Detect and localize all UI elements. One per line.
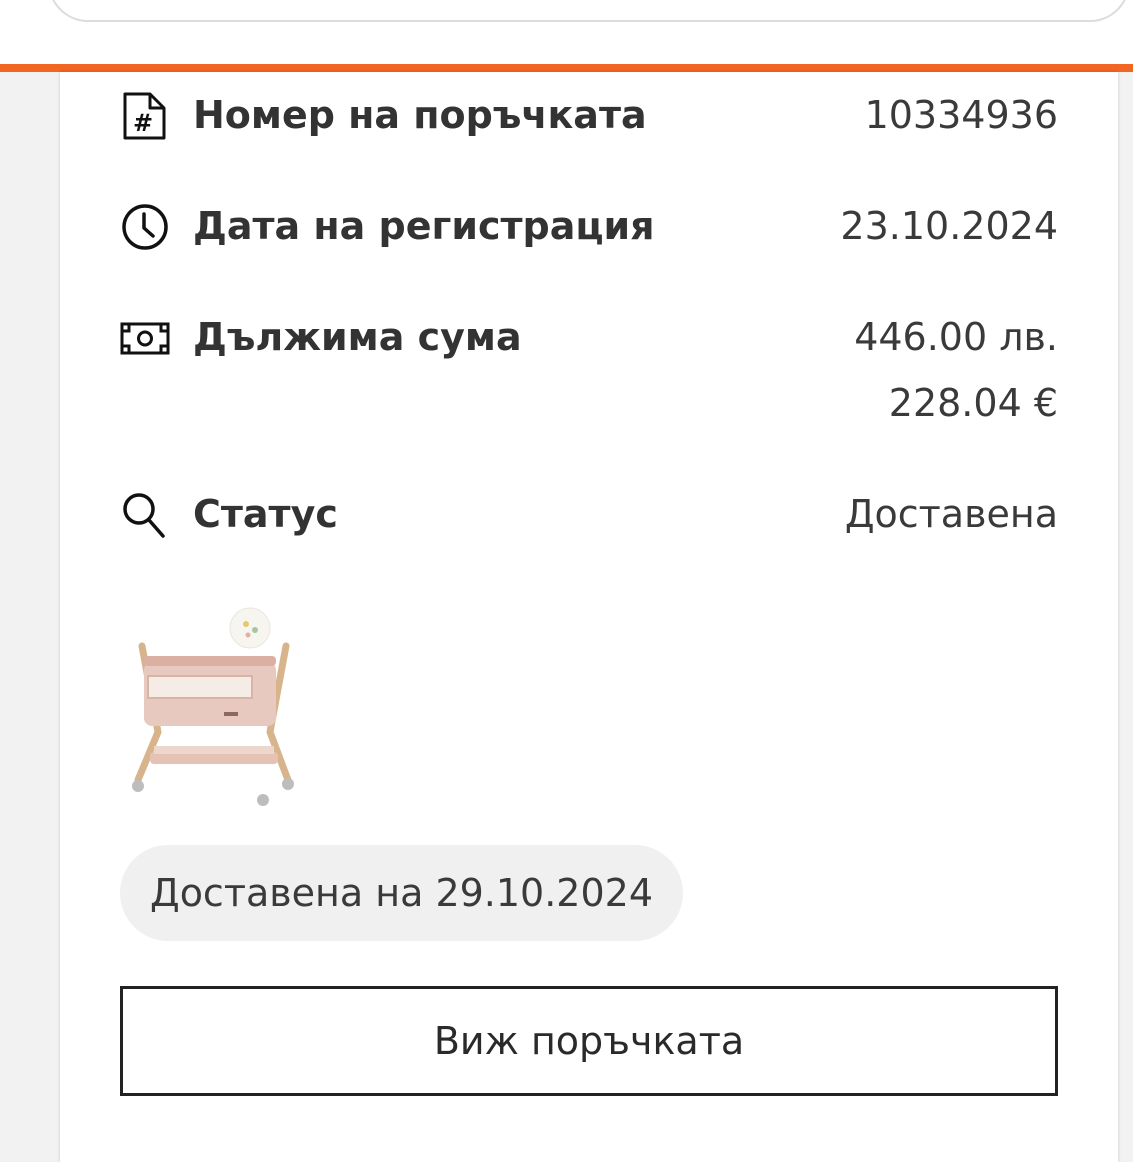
clock-icon [122,204,168,250]
banknote-icon [120,322,170,355]
order-card: # Номер на поръчката 10334936 Дата на ре… [60,72,1118,1162]
registration-date-label: Дата на регистрация [193,204,655,248]
status-label: Статус [193,492,338,536]
header-area [0,0,1133,64]
registration-date-value: 23.10.2024 [840,204,1058,248]
product-image-bedside-crib[interactable] [120,594,306,808]
amount-due-label: Дължима сума [193,315,522,359]
delivery-status-badge: Доставена на 29.10.2024 [120,845,684,941]
document-hash-icon: # [123,92,166,140]
status-value: Доставена [844,492,1058,536]
amount-due-value-bgn: 446.00 лв. [854,315,1058,359]
view-order-button[interactable]: Виж поръчката [120,986,1058,1096]
registration-date-row: Дата на регистрация 23.10.2024 [120,196,1058,256]
order-number-value: 10334936 [864,93,1058,137]
order-number-row: # Номер на поръчката 10334936 [120,85,1058,145]
amount-due-value-eur: 228.04 € [888,381,1058,425]
order-number-label: Номер на поръчката [193,93,647,137]
search-icon [123,493,165,538]
amount-due-row: Дължима сума 446.00 лв. 228.04 € [120,307,1058,433]
accent-divider [0,64,1133,72]
svg-text:#: # [133,109,153,137]
previous-card-bottom [48,0,1130,22]
status-row: Статус Доставена [120,484,1058,544]
